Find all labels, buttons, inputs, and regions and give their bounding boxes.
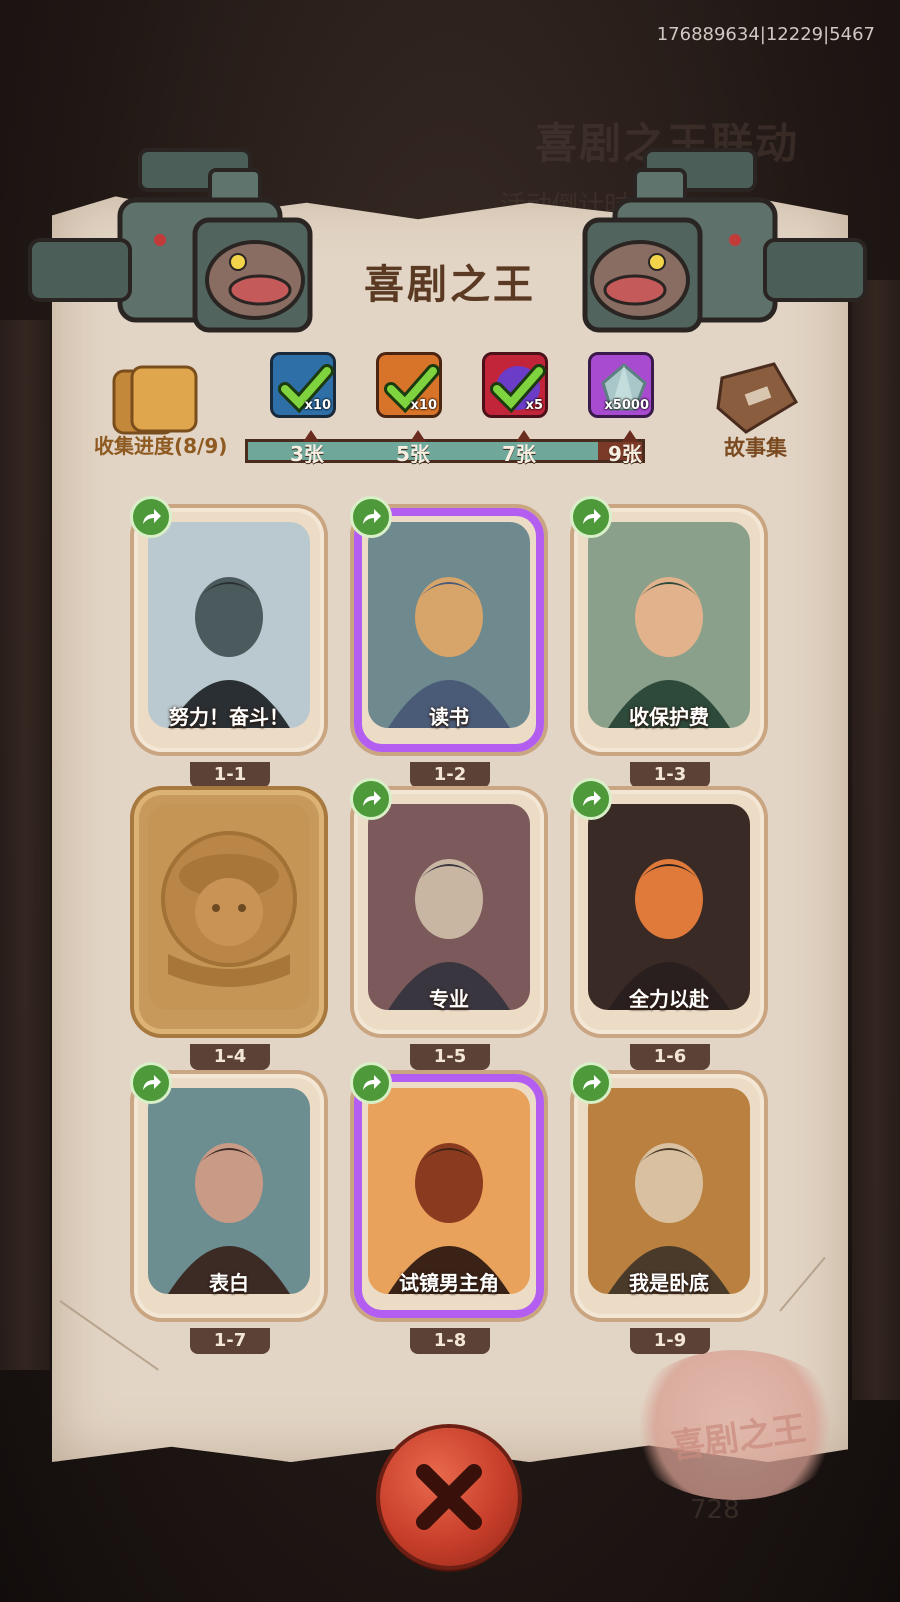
share-button[interactable] xyxy=(130,496,172,538)
card-illustration xyxy=(588,804,750,1010)
page-title: 喜剧之王 xyxy=(364,262,536,308)
reward-orange-key[interactable]: x10 xyxy=(376,352,442,418)
card-title: 试镜男主角 xyxy=(399,1271,499,1295)
story-card[interactable]: 表白 1-7 xyxy=(130,1062,324,1354)
card-title: 我是卧底 xyxy=(629,1271,709,1295)
story-card[interactable]: 努力！奋斗！ 1-1 xyxy=(130,496,324,788)
card-title: 全力以赴 xyxy=(629,987,709,1011)
card-illustration xyxy=(588,522,750,728)
milestone-label: 5张 xyxy=(396,442,430,466)
share-arrow-icon xyxy=(143,509,161,524)
reward-crystal[interactable]: x5000 xyxy=(588,352,654,418)
card-illustration xyxy=(368,1088,530,1294)
card-number-badge: 1-3 xyxy=(630,762,710,788)
story-collection-label: 故事集 xyxy=(724,436,787,460)
card-number-badge: 1-7 xyxy=(190,1328,270,1354)
background-pillar-left xyxy=(0,320,50,1370)
reward-quantity: x10 xyxy=(410,398,437,413)
story-card[interactable]: 1-4 xyxy=(134,790,324,1070)
milestone-label: 3张 xyxy=(290,442,324,466)
fish-camera-icon xyxy=(575,140,875,350)
story-card[interactable]: 专业 1-5 xyxy=(350,778,544,1070)
reward-quantity: x5 xyxy=(525,398,543,413)
share-button[interactable] xyxy=(130,1062,172,1104)
reward-blue-box[interactable]: x10 xyxy=(270,352,336,418)
close-icon xyxy=(416,1464,482,1530)
card-title: 收保护费 xyxy=(629,705,709,729)
fish-camera-icon xyxy=(20,140,320,350)
share-arrow-icon xyxy=(583,509,601,524)
card-number-badge: 1-8 xyxy=(410,1328,490,1354)
story-card[interactable]: 全力以赴 1-6 xyxy=(570,778,764,1070)
share-arrow-icon xyxy=(583,791,601,806)
share-button[interactable] xyxy=(570,778,612,820)
share-button[interactable] xyxy=(350,1062,392,1104)
story-book-icon[interactable] xyxy=(712,360,802,438)
card-title: 表白 xyxy=(209,1271,249,1295)
collection-progress-bar: 3张 5张 7张 9张 xyxy=(245,430,645,466)
debug-id-text: 176889634|12229|5467 xyxy=(656,24,875,45)
card-number-badge: 1-1 xyxy=(190,762,270,788)
card-number-badge: 1-5 xyxy=(410,1044,490,1070)
share-arrow-icon xyxy=(583,1075,601,1090)
collection-progress-label: 收集进度(8/9) xyxy=(94,434,228,458)
share-button[interactable] xyxy=(570,1062,612,1104)
share-arrow-icon xyxy=(143,1075,161,1090)
reward-quantity: x10 xyxy=(304,398,331,413)
card-number-badge: 1-9 xyxy=(630,1328,710,1354)
card-number-badge: 1-2 xyxy=(410,762,490,788)
share-button[interactable] xyxy=(570,496,612,538)
reward-quantity: x5000 xyxy=(604,398,649,413)
card-illustration xyxy=(588,1088,750,1294)
share-arrow-icon xyxy=(363,1075,381,1090)
story-card[interactable]: 试镜男主角 1-8 xyxy=(350,1062,544,1354)
share-arrow-icon xyxy=(363,791,381,806)
milestone-label: 9张 xyxy=(608,442,642,466)
card-number-badge: 1-4 xyxy=(190,1044,270,1070)
card-title: 专业 xyxy=(429,987,469,1011)
card-illustration xyxy=(368,804,530,1010)
collection-box-icon[interactable] xyxy=(110,365,202,437)
close-button[interactable] xyxy=(380,1428,518,1566)
story-card[interactable]: 收保护费 1-3 xyxy=(570,496,764,788)
story-card[interactable]: 我是卧底 1-9 xyxy=(570,1062,764,1354)
share-arrow-icon xyxy=(363,509,381,524)
card-title: 读书 xyxy=(429,705,469,729)
card-illustration xyxy=(368,522,530,728)
story-card[interactable]: 读书 1-2 xyxy=(350,496,544,788)
card-number-badge: 1-6 xyxy=(630,1044,710,1070)
reward-magic-orb[interactable]: x5 xyxy=(482,352,548,418)
card-illustration xyxy=(148,522,310,728)
card-title: 努力！奋斗！ xyxy=(169,705,289,729)
locked-card-portrait-icon xyxy=(148,804,310,1010)
share-button[interactable] xyxy=(350,778,392,820)
milestone-label: 7张 xyxy=(502,442,536,466)
card-illustration xyxy=(148,1088,310,1294)
background-pillar-right xyxy=(852,280,900,1400)
share-button[interactable] xyxy=(350,496,392,538)
